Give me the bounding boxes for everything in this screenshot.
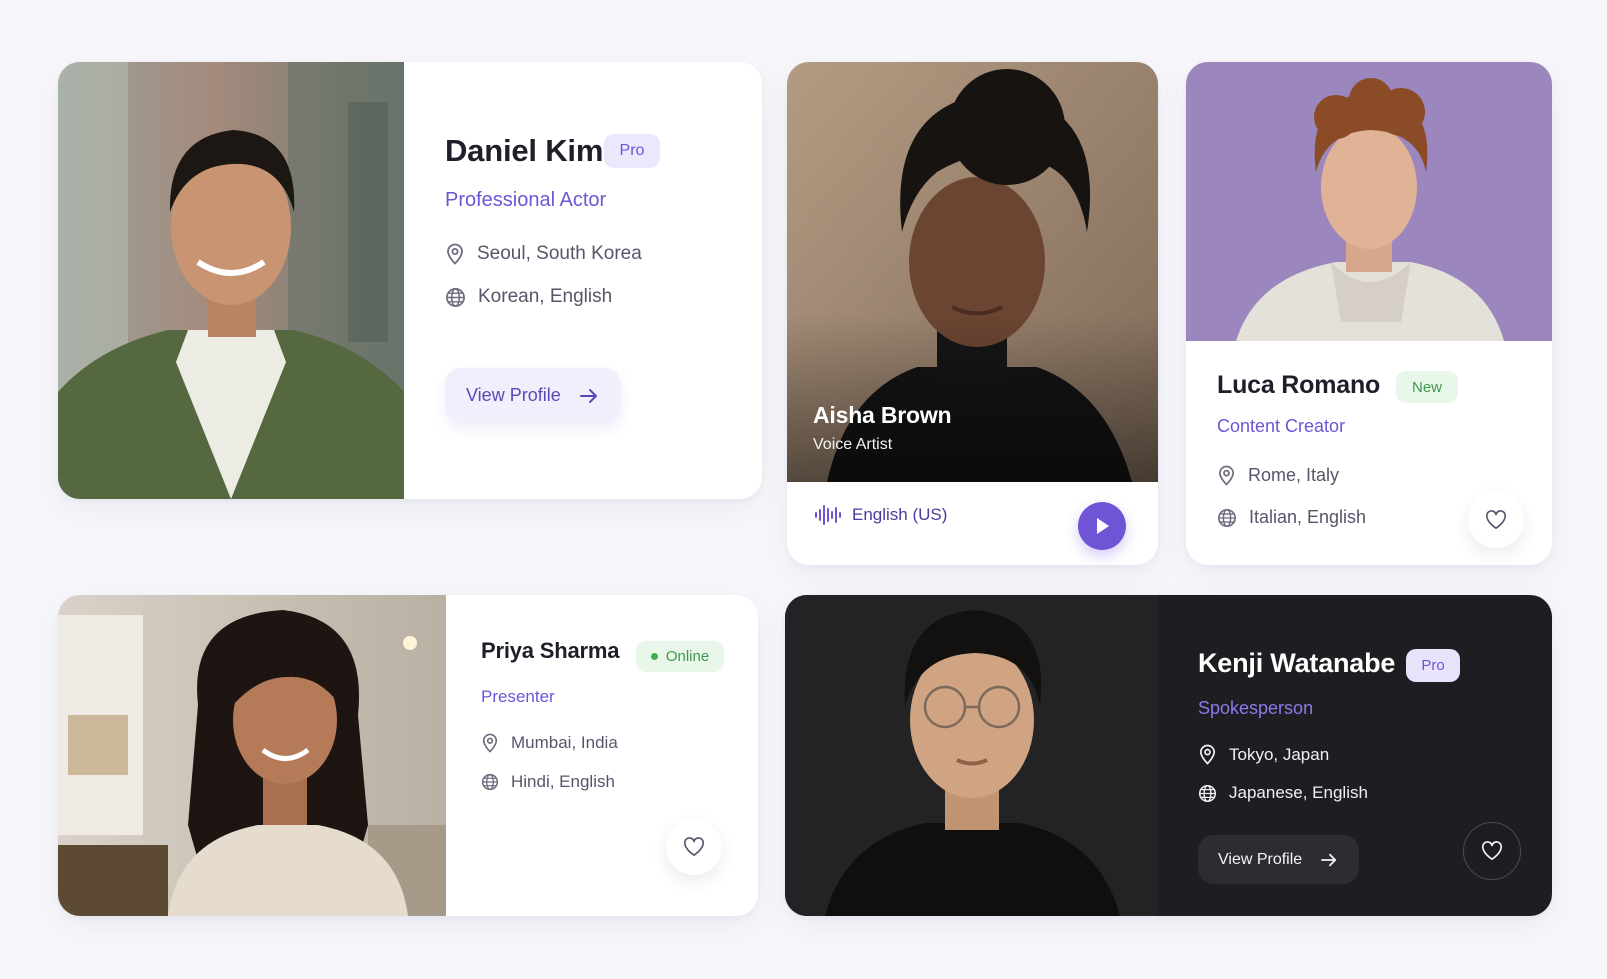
location-row: Mumbai, India: [481, 733, 618, 753]
profile-card-luca-romano: Luca Romano New Content Creator Rome, It…: [1186, 62, 1552, 565]
arrow-right-icon: [1321, 853, 1337, 866]
accent-label: English (US): [852, 505, 948, 524]
location-text: Rome, Italy: [1248, 465, 1340, 485]
view-profile-label: View Profile: [466, 385, 561, 405]
new-badge: New: [1396, 371, 1458, 403]
profile-card-kenji-watanabe: Kenji Watanabe Pro Spokesperson Tokyo, J…: [785, 595, 1552, 916]
languages-text: Korean, English: [478, 286, 613, 307]
play-icon: [1097, 518, 1109, 534]
profile-name: Priya Sharma: [481, 638, 620, 663]
heart-icon: [1486, 510, 1506, 529]
online-status-badge: Online: [636, 641, 724, 672]
languages-text: Hindi, English: [511, 772, 615, 791]
profile-card-daniel-kim: Daniel Kim Pro Professional Actor Seoul,…: [58, 62, 762, 499]
location-text: Mumbai, India: [511, 733, 618, 752]
languages-text: Japanese, English: [1229, 783, 1368, 802]
location-pin-icon: [482, 733, 498, 753]
profile-role: Voice Artist: [813, 436, 893, 453]
globe-icon: [1198, 784, 1217, 802]
favorite-button[interactable]: [1468, 492, 1524, 548]
profile-card-aisha-brown: Aisha Brown Voice Artist English (US): [787, 62, 1158, 565]
languages-text: Italian, English: [1249, 507, 1367, 527]
location-pin-icon: [1199, 744, 1216, 765]
play-button[interactable]: [1078, 502, 1126, 550]
accent-row: English (US): [814, 504, 947, 526]
location-row: Seoul, South Korea: [445, 243, 642, 265]
languages-row: Hindi, English: [481, 772, 615, 792]
globe-icon: [481, 773, 499, 791]
view-profile-button[interactable]: View Profile: [445, 368, 621, 423]
audio-wave-icon: [815, 505, 841, 525]
profile-name: Daniel Kim: [445, 133, 604, 168]
location-pin-icon: [447, 243, 463, 265]
profile-role: Presenter: [481, 687, 555, 706]
profile-role: Content Creator: [1217, 416, 1346, 436]
profile-card-priya-sharma: Priya Sharma Online Presenter Mumbai, In…: [58, 595, 758, 916]
profile-role: Professional Actor: [445, 189, 607, 211]
profile-photo-daniel-kim: [58, 62, 404, 499]
location-pin-icon: [1218, 465, 1235, 486]
languages-row: Korean, English: [445, 286, 612, 308]
view-profile-button[interactable]: View Profile: [1198, 835, 1359, 884]
favorite-button[interactable]: [666, 819, 722, 875]
heart-icon: [684, 837, 704, 856]
languages-row: Italian, English: [1217, 507, 1366, 528]
profile-photo-priya-sharma: [58, 595, 446, 916]
favorite-button[interactable]: [1463, 822, 1521, 880]
heart-icon: [1482, 841, 1502, 860]
online-status-label: Online: [665, 648, 710, 665]
profile-name: Aisha Brown: [813, 402, 952, 428]
location-text: Tokyo, Japan: [1229, 744, 1330, 764]
pro-badge: Pro: [604, 134, 660, 168]
view-profile-label: View Profile: [1218, 850, 1303, 868]
pro-badge: Pro: [1406, 649, 1460, 682]
location-row: Tokyo, Japan: [1198, 744, 1329, 765]
profile-name: Kenji Watanabe: [1198, 648, 1396, 678]
online-dot-icon: [650, 653, 658, 660]
location-text: Seoul, South Korea: [477, 243, 642, 264]
globe-icon: [1218, 508, 1236, 527]
globe-icon: [446, 287, 465, 307]
arrow-right-icon: [579, 388, 597, 403]
languages-row: Japanese, English: [1198, 783, 1368, 803]
profile-photo-kenji-watanabe: [785, 595, 1158, 916]
profile-name: Luca Romano: [1217, 371, 1381, 399]
location-row: Rome, Italy: [1217, 465, 1339, 486]
profile-role: Spokesperson: [1198, 698, 1314, 718]
profile-photo-luca-romano: [1186, 62, 1552, 341]
